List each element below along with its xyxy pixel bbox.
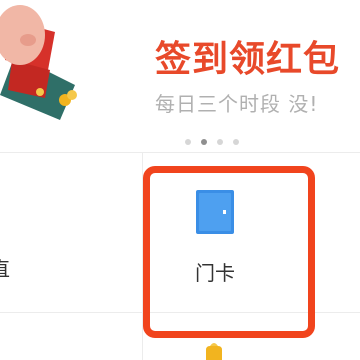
- banner-subtitle: 每日三个时段 没!: [155, 92, 319, 116]
- carousel-dot[interactable]: [217, 139, 223, 145]
- carousel-dot[interactable]: [185, 139, 191, 145]
- piggy-envelope-icon: [0, 5, 77, 120]
- banner-title: 签到领红包: [155, 39, 341, 80]
- carousel-indicator: [0, 135, 360, 149]
- grid-top-divider: [0, 152, 360, 153]
- sign-in-red-packet-banner[interactable]: 签到领红包 每日三个时段 没!: [0, 0, 360, 135]
- grid-cell-label-partial[interactable]: 直: [0, 256, 10, 282]
- carousel-dot-active[interactable]: [201, 139, 207, 145]
- hand-pointer-icon: [206, 343, 222, 360]
- carousel-dot[interactable]: [233, 139, 239, 145]
- highlight-box: [143, 166, 315, 338]
